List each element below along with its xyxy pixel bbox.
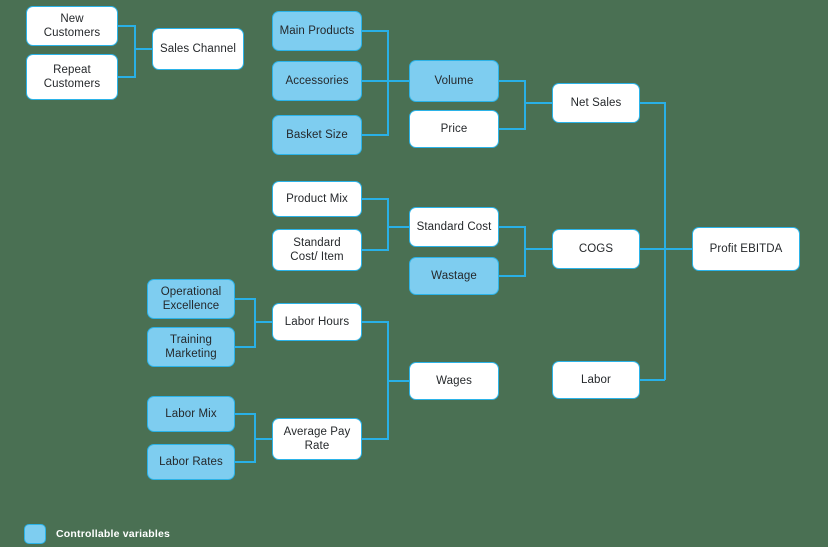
node-standard-cost-item[interactable]: Standard Cost/ Item [272,229,362,271]
node-label: Average Pay Rate [283,425,351,452]
node-label: Labor Rates [159,455,223,468]
node-label: Labor Mix [165,407,217,420]
node-profit-ebitda[interactable]: Profit EBITDA [692,227,800,271]
node-label: Product Mix [286,192,348,205]
node-volume[interactable]: Volume [409,60,499,102]
node-wages[interactable]: Wages [409,362,499,400]
node-label: Main Products [279,24,355,37]
node-accessories[interactable]: Accessories [272,61,362,101]
node-label: Profit EBITDA [709,242,783,255]
node-label: Wages [436,374,472,387]
node-wastage[interactable]: Wastage [409,257,499,295]
node-average-pay-rate[interactable]: Average Pay Rate [272,418,362,460]
node-label: New Customers [43,12,101,39]
node-label: Operational Excellence [160,285,222,312]
node-labor-hours[interactable]: Labor Hours [272,303,362,341]
node-training-marketing[interactable]: Training Marketing [147,327,235,367]
legend-label-controllable: Controllable variables [56,528,171,540]
driver-tree-diagram: New Customers Repeat Customers Sales Cha… [0,0,828,547]
node-label: Volume [434,74,474,87]
node-repeat-customers[interactable]: Repeat Customers [26,54,118,100]
node-label: COGS [578,242,614,255]
node-main-products[interactable]: Main Products [272,11,362,51]
node-label: Training Marketing [165,333,217,360]
node-net-sales[interactable]: Net Sales [552,83,640,123]
node-product-mix[interactable]: Product Mix [272,181,362,217]
node-basket-size[interactable]: Basket Size [272,115,362,155]
node-sales-channel[interactable]: Sales Channel [152,28,244,70]
node-labor[interactable]: Labor [552,361,640,399]
node-label: Standard Cost/ Item [290,236,344,263]
node-label: Labor [581,373,611,386]
node-labor-rates[interactable]: Labor Rates [147,444,235,480]
node-label: Price [440,122,468,135]
legend-swatch-controllable [24,524,46,544]
node-price[interactable]: Price [409,110,499,148]
node-cogs[interactable]: COGS [552,229,640,269]
node-labor-mix[interactable]: Labor Mix [147,396,235,432]
node-label: Wastage [431,269,477,282]
legend: Controllable variables [24,524,170,544]
node-label: Labor Hours [284,315,350,328]
node-operational-excellence[interactable]: Operational Excellence [147,279,235,319]
node-label: Basket Size [286,128,348,141]
node-label: Net Sales [570,96,622,109]
node-standard-cost[interactable]: Standard Cost [409,207,499,247]
node-new-customers[interactable]: New Customers [26,6,118,46]
node-label: Accessories [285,74,349,87]
node-label: Standard Cost [416,220,492,233]
node-label: Repeat Customers [43,63,101,90]
node-label: Sales Channel [159,42,237,55]
